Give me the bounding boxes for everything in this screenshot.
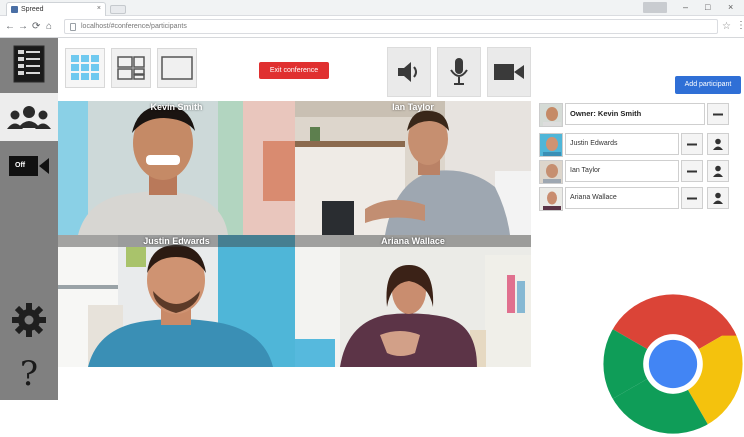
tab-close-icon[interactable]: × — [97, 5, 101, 12]
video-feed-ian — [295, 101, 531, 235]
browser-tab[interactable]: Spreed × — [6, 2, 106, 16]
video-tile-name: Kevin Smith — [150, 102, 203, 112]
browser-titlebar: Spreed × – □ × — [0, 0, 744, 16]
remove-participant-button[interactable] — [681, 160, 703, 182]
split-layout-icon — [117, 56, 145, 80]
back-icon[interactable]: ← — [5, 21, 15, 32]
camera-off-label: Off — [15, 162, 26, 169]
sidebar-item-participants[interactable] — [0, 93, 58, 141]
video-feed-ariana — [295, 235, 531, 367]
participant-row: Ariana Wallace — [539, 187, 739, 211]
single-layout-icon — [161, 56, 193, 80]
grid-layout-icon — [71, 55, 99, 80]
minus-icon — [687, 197, 697, 199]
page-icon — [70, 23, 76, 31]
participant-name: Ariana Wallace — [565, 187, 679, 209]
microphone-button[interactable] — [437, 47, 481, 97]
layout-single-button[interactable] — [157, 48, 197, 88]
participant-action-button[interactable] — [707, 160, 729, 182]
participant-row-owner: Owner: Kevin Smith — [539, 103, 739, 127]
speaker-button[interactable] — [387, 47, 431, 97]
video-tile-name: Justin Edwards — [58, 235, 295, 247]
sidebar-item-help[interactable]: ? — [0, 352, 58, 396]
sidebar-item-camera-off[interactable]: Off — [0, 146, 58, 186]
video-tile[interactable]: Ian Taylor — [295, 101, 531, 235]
left-sidebar: Off ? — [0, 38, 58, 400]
user-icon — [713, 192, 723, 204]
participant-row: Ian Taylor — [539, 160, 739, 184]
avatar — [539, 103, 563, 127]
microphone-icon — [450, 58, 468, 85]
camera-button[interactable] — [487, 47, 531, 97]
forward-icon[interactable]: → — [18, 21, 28, 32]
layout-split-button[interactable] — [111, 48, 151, 88]
gear-icon — [12, 303, 46, 337]
video-tile[interactable]: Ariana Wallace — [295, 235, 531, 367]
user-icon — [713, 138, 723, 150]
maximize-icon[interactable]: □ — [705, 3, 710, 12]
tab-title: Spreed — [21, 6, 44, 13]
reload-icon[interactable]: ⟳ — [32, 21, 40, 32]
browser-menu-icon[interactable]: ⋮ — [736, 20, 744, 31]
video-tile-name: Ariana Wallace — [295, 235, 531, 247]
video-tile[interactable]: Justin Edwards — [58, 235, 295, 367]
video-feed-justin — [58, 235, 295, 367]
participant-row: Justin Edwards — [539, 133, 739, 157]
app-favicon-icon — [11, 6, 18, 13]
address-text: localhost/#conference/participants — [81, 23, 187, 30]
home-icon[interactable]: ⌂ — [46, 21, 52, 32]
avatar — [539, 187, 563, 211]
profile-button[interactable] — [643, 2, 667, 13]
layout-grid-button[interactable] — [65, 48, 105, 88]
minus-icon — [687, 170, 697, 172]
remove-participant-button[interactable] — [681, 133, 703, 155]
close-window-icon[interactable]: × — [728, 3, 733, 12]
video-tile-name: Ian Taylor — [392, 102, 434, 112]
chrome-logo-icon — [603, 294, 743, 434]
participant-action-button[interactable] — [707, 187, 729, 209]
browser-toolbar: ← → ⟳ ⌂ localhost/#conference/participan… — [0, 16, 744, 38]
remove-participant-button[interactable] — [681, 187, 703, 209]
user-icon — [713, 165, 723, 177]
video-grid: Kevin Smith Ian Taylor Justin Edwards Ar… — [58, 101, 531, 367]
new-tab-button[interactable] — [110, 5, 126, 14]
video-camera-icon — [494, 64, 524, 80]
exit-conference-button[interactable]: Exit conference — [259, 62, 329, 79]
video-tile[interactable]: Kevin Smith — [58, 101, 295, 235]
avatar — [539, 133, 563, 157]
address-bar[interactable]: localhost/#conference/participants — [64, 19, 718, 34]
help-icon: ? — [19, 354, 39, 394]
contact-list-icon — [13, 45, 45, 83]
minus-icon — [687, 143, 697, 145]
sidebar-item-settings[interactable] — [0, 294, 58, 346]
participant-name: Justin Edwards — [565, 133, 679, 155]
owner-remove-button[interactable] — [707, 103, 729, 125]
minimize-icon[interactable]: – — [683, 3, 688, 12]
video-feed-kevin — [58, 101, 295, 235]
participant-owner-name: Owner: Kevin Smith — [565, 103, 705, 125]
bookmark-star-icon[interactable]: ☆ — [722, 21, 731, 32]
app-window: Spreed × – □ × ← → ⟳ ⌂ localhost/#confer… — [0, 0, 744, 437]
sidebar-item-list[interactable] — [0, 40, 58, 88]
avatar — [539, 160, 563, 184]
participant-name: Ian Taylor — [565, 160, 679, 182]
minus-icon — [713, 113, 723, 115]
participants-icon — [7, 106, 51, 129]
speaker-icon — [398, 62, 417, 82]
add-participant-button[interactable]: Add participant — [675, 76, 741, 94]
participant-action-button[interactable] — [707, 133, 729, 155]
